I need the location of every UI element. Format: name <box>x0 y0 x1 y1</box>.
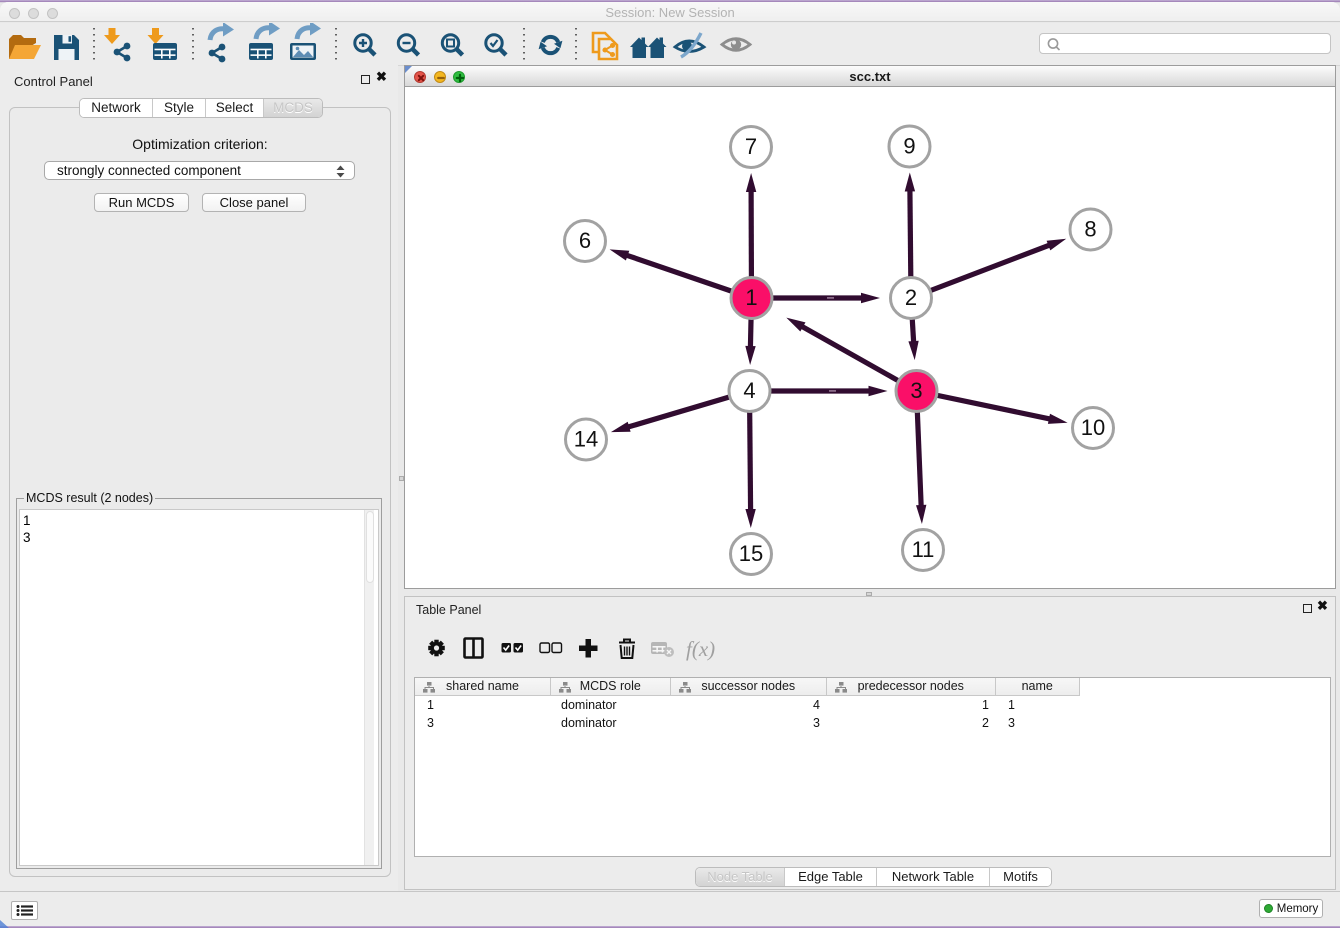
svg-text:6: 6 <box>579 228 591 253</box>
svg-text:9: 9 <box>903 133 915 158</box>
svg-text:1: 1 <box>745 285 757 310</box>
svg-text:3: 3 <box>910 378 922 403</box>
svg-text:4: 4 <box>743 378 755 403</box>
svg-text:11: 11 <box>912 537 935 562</box>
svg-text:2: 2 <box>905 285 917 310</box>
svg-text:15: 15 <box>739 541 763 566</box>
svg-text:10: 10 <box>1081 415 1105 440</box>
svg-text:7: 7 <box>745 134 757 159</box>
svg-text:8: 8 <box>1084 216 1096 241</box>
svg-text:f(x): f(x) <box>686 637 715 661</box>
svg-text:14: 14 <box>574 426 598 451</box>
